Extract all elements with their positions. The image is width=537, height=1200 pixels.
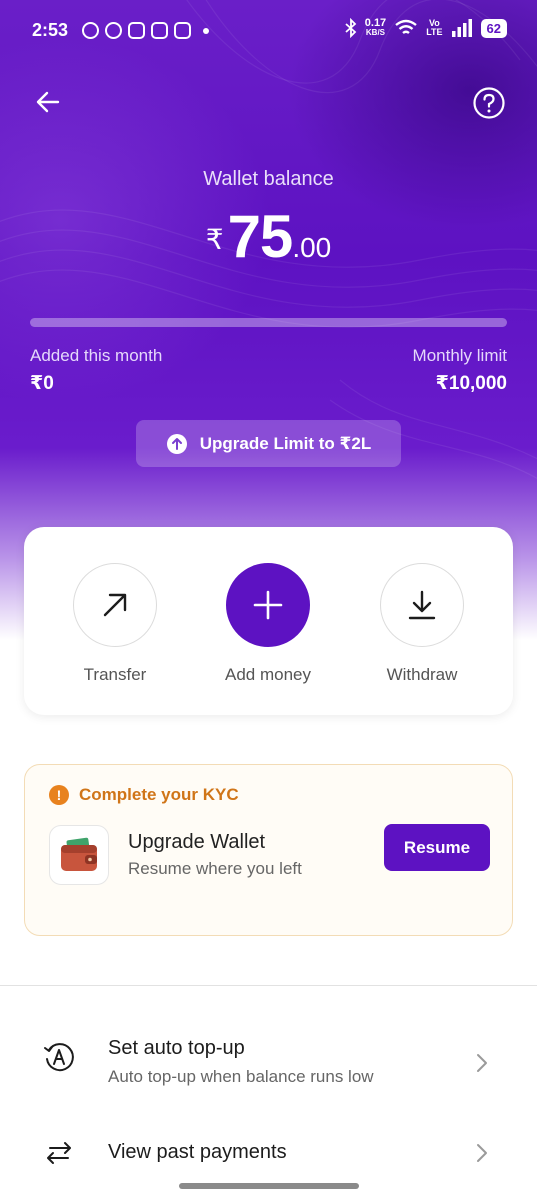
network-speed: 0.17 KB/S — [365, 18, 386, 38]
resume-button[interactable]: Resume — [384, 824, 490, 871]
wallet-actions-card: Transfer Add money Withdraw — [24, 527, 513, 715]
wallet-illustration — [61, 837, 97, 871]
wifi-icon — [395, 19, 417, 34]
download-icon — [408, 590, 436, 620]
signal-icon — [451, 19, 472, 37]
monthly-limit-progress — [30, 318, 507, 327]
instagram-icon — [128, 22, 145, 39]
transfer-button[interactable] — [73, 563, 157, 647]
whatsapp-icon — [82, 22, 99, 39]
transfer-label: Transfer — [83, 665, 147, 684]
volte-bottom: LTE — [426, 27, 443, 37]
kyc-title-text: Complete your KYC — [79, 785, 239, 804]
added-this-month-label: Added this month — [30, 346, 163, 365]
back-arrow-icon[interactable] — [32, 86, 64, 118]
added-this-month-value: ₹0 — [30, 373, 54, 394]
status-bar: 2:53 0.17 KB/S Vo LTE 62 — [0, 14, 537, 48]
transfer-action[interactable]: Transfer — [50, 563, 180, 685]
bluetooth-icon — [345, 18, 357, 38]
plus-icon — [253, 590, 283, 620]
notification-icons — [82, 22, 209, 39]
system-icons: 0.17 KB/S Vo LTE 62 — [345, 18, 507, 38]
add-money-button[interactable] — [226, 563, 310, 647]
auto-topup-subtitle: Auto top-up when balance runs low — [108, 1067, 374, 1086]
more-notifications-icon — [203, 27, 209, 34]
instagram-icon — [151, 22, 168, 39]
kyc-title: ! Complete your KYC — [49, 785, 239, 805]
arrow-up-right-icon — [103, 593, 127, 617]
chat-icon — [105, 22, 122, 39]
currency-symbol: ₹ — [205, 224, 224, 255]
wallet-balance-label: Wallet balance — [203, 168, 334, 190]
upgrade-limit-label: Upgrade Limit to ₹2L — [199, 433, 372, 453]
auto-topup-icon — [44, 1043, 74, 1072]
kyc-subtitle: Resume where you left — [128, 859, 302, 878]
withdraw-action[interactable]: Withdraw — [357, 563, 487, 685]
help-circle-icon[interactable] — [472, 86, 506, 120]
gesture-home-bar[interactable] — [179, 1183, 359, 1189]
kyc-heading: Upgrade Wallet — [128, 831, 266, 853]
past-payments-title: View past payments — [108, 1141, 287, 1163]
monthly-limit-value: ₹10,000 — [435, 373, 507, 394]
auto-topup-title: Set auto top-up — [108, 1037, 245, 1059]
warning-icon: ! — [49, 785, 69, 805]
kyc-card: ! Complete your KYC Upgrade Wallet Resum… — [24, 764, 513, 936]
withdraw-button[interactable] — [380, 563, 464, 647]
balance-decimal: .00 — [292, 232, 332, 263]
swap-arrows-icon — [47, 1142, 71, 1164]
section-divider — [0, 985, 537, 986]
chevron-right-icon — [477, 1054, 487, 1072]
volte-indicator: Vo LTE — [426, 19, 442, 37]
chevron-right-icon — [477, 1144, 487, 1162]
auto-topup-row[interactable]: Set auto top-up Auto top-up when balance… — [0, 1028, 537, 1098]
status-time: 2:53 — [32, 20, 69, 40]
monthly-limit-label: Monthly limit — [412, 346, 507, 365]
instagram-icon — [174, 22, 191, 39]
add-money-label: Add money — [225, 665, 311, 684]
wallet-icon — [49, 825, 109, 885]
arrow-up-circle-icon — [166, 433, 187, 454]
network-speed-unit: KB/S — [365, 28, 386, 37]
wallet-balance-amount: ₹75.00 — [0, 202, 537, 271]
balance-integer: 75 — [227, 203, 294, 270]
withdraw-label: Withdraw — [386, 665, 458, 684]
add-money-action[interactable]: Add money — [203, 563, 333, 685]
past-payments-row[interactable]: View past payments — [0, 1134, 537, 1174]
battery-indicator: 62 — [480, 18, 507, 38]
upgrade-limit-button[interactable]: Upgrade Limit to ₹2L — [136, 420, 401, 467]
